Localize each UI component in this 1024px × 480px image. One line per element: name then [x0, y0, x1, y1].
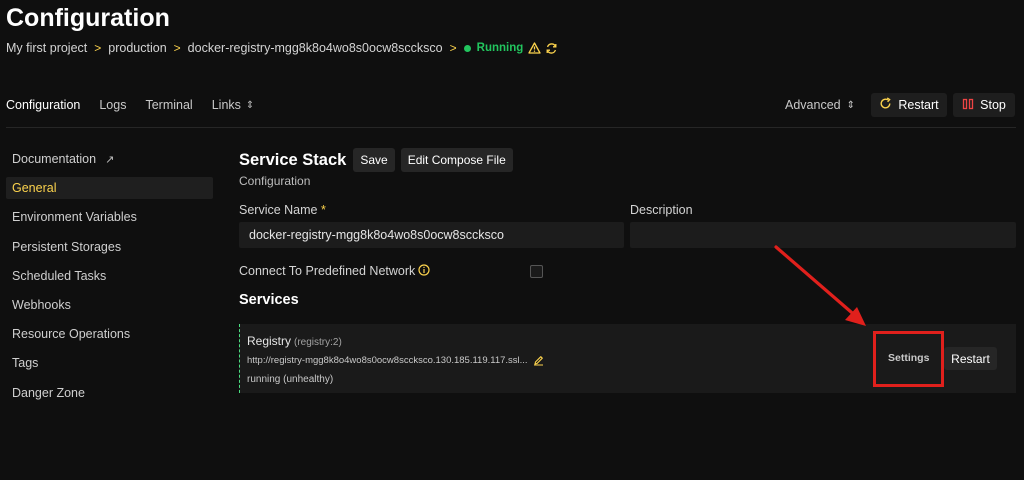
restart-icon	[879, 97, 892, 113]
service-name: Registry (registry:2)	[247, 334, 342, 348]
service-name-label: Service Name *	[239, 203, 326, 217]
network-label: Connect To Predefined Network	[239, 264, 416, 278]
status-dot-icon	[463, 44, 471, 52]
sidebar-item-tags[interactable]: Tags	[6, 352, 213, 374]
sidebar-item-resource-operations[interactable]: Resource Operations	[6, 323, 213, 345]
warning-icon[interactable]	[528, 42, 541, 54]
status-badge: Running	[476, 42, 524, 54]
info-icon[interactable]	[418, 263, 430, 281]
stop-button[interactable]: Stop	[953, 93, 1015, 117]
chevron-updown-icon: ⇕	[846, 99, 855, 111]
breadcrumb: My first project > production > docker-r…	[6, 41, 558, 55]
section-title: Service Stack	[239, 150, 347, 169]
sidebar-item-persistent-storages[interactable]: Persistent Storages	[6, 236, 213, 258]
breadcrumb-environment[interactable]: production	[108, 41, 166, 55]
sidebar-item-environment-variables[interactable]: Environment Variables	[6, 206, 213, 228]
sidebar: Documentation ↗ General Environment Varia…	[6, 148, 213, 411]
sidebar-item-scheduled-tasks[interactable]: Scheduled Tasks	[6, 265, 213, 287]
restart-button[interactable]: Restart	[871, 93, 947, 117]
refresh-icon[interactable]	[545, 42, 558, 55]
chevron-right-icon: >	[173, 41, 181, 55]
tab-bar: Configuration Logs Terminal Links ⇕	[6, 98, 273, 112]
edit-icon[interactable]	[533, 355, 544, 366]
section-subtitle: Configuration	[239, 174, 311, 188]
sidebar-item-webhooks[interactable]: Webhooks	[6, 294, 213, 316]
tab-links[interactable]: Links ⇕	[212, 98, 255, 112]
service-image: (registry:2)	[294, 337, 342, 348]
save-button[interactable]: Save	[353, 148, 395, 172]
breadcrumb-resource[interactable]: docker-registry-mgg8k8o4wo8s0ocw8sccksco	[188, 41, 443, 55]
page-title: Configuration	[6, 4, 170, 32]
edit-compose-file-button[interactable]: Edit Compose File	[400, 148, 513, 172]
sidebar-item-general[interactable]: General	[6, 177, 213, 200]
network-checkbox[interactable]	[530, 265, 543, 278]
stop-icon	[962, 98, 974, 113]
advanced-dropdown[interactable]: Advanced ⇕	[785, 98, 855, 112]
chevron-right-icon: >	[94, 41, 102, 55]
sidebar-item-danger-zone[interactable]: Danger Zone	[6, 382, 213, 404]
services-title: Services	[239, 292, 299, 308]
external-link-icon: ↗	[105, 153, 115, 166]
chevron-updown-icon: ⇕	[245, 99, 255, 111]
service-status: running (unhealthy)	[247, 374, 334, 385]
service-restart-button[interactable]: Restart	[944, 347, 997, 370]
tab-terminal[interactable]: Terminal	[145, 98, 192, 112]
header-divider	[6, 127, 1016, 128]
tab-logs[interactable]: Logs	[99, 98, 126, 112]
sidebar-item-documentation[interactable]: Documentation ↗	[6, 148, 213, 170]
service-name-input[interactable]: docker-registry-mgg8k8o4wo8s0ocw8sccksco	[239, 222, 624, 248]
section-header: Service Stack Save Edit Compose File	[239, 148, 519, 172]
tab-configuration[interactable]: Configuration	[6, 98, 80, 112]
description-input[interactable]	[630, 222, 1016, 248]
chevron-right-icon: >	[449, 41, 457, 55]
breadcrumb-project[interactable]: My first project	[6, 41, 87, 55]
service-url: http://registry-mgg8k8o4wo8s0ocw8sccksco…	[247, 355, 544, 366]
annotation-highlight-box	[873, 331, 944, 387]
required-mark: *	[320, 203, 326, 217]
description-label: Description	[630, 203, 693, 217]
